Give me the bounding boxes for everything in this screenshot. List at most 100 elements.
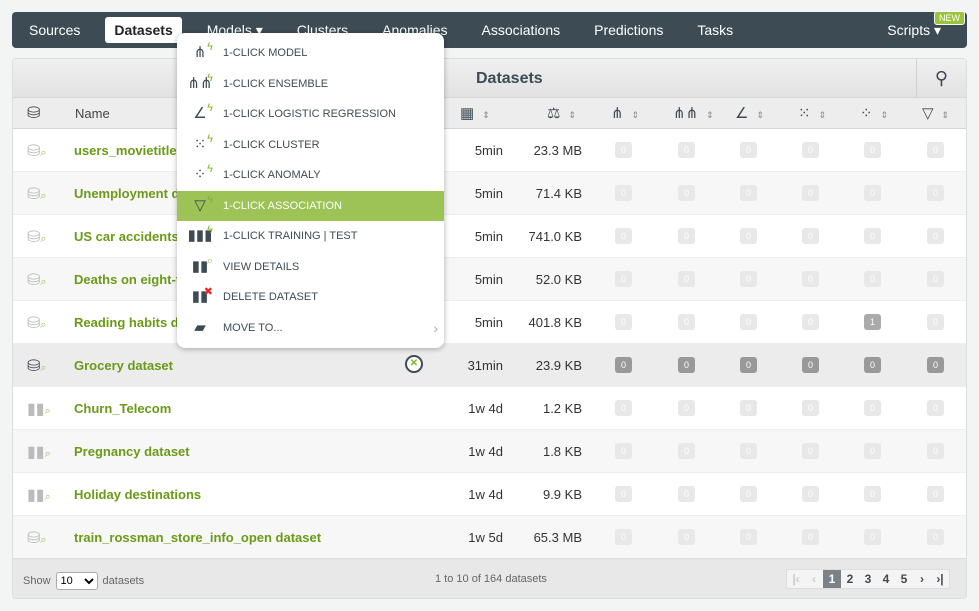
table-row[interactable]: ⛁⌕ Unemployment da 5min 71.4 KB 0 0 0 0 0 0 bbox=[13, 172, 966, 215]
dataset-name-link[interactable]: Unemployment da bbox=[74, 186, 187, 201]
resource-count-badge[interactable]: 0 bbox=[615, 443, 632, 459]
resource-count-badge[interactable]: 0 bbox=[678, 486, 695, 502]
nav-item-predictions[interactable]: Predictions bbox=[585, 17, 672, 43]
nav-item-sources[interactable]: Sources bbox=[20, 17, 89, 43]
resource-count-badge[interactable]: 0 bbox=[740, 142, 757, 158]
resource-count-badge[interactable]: 0 bbox=[615, 271, 632, 287]
resource-count-badge[interactable]: 0 bbox=[678, 142, 695, 158]
page-button[interactable]: 2 bbox=[841, 570, 859, 588]
resource-count-badge[interactable]: 0 bbox=[864, 529, 881, 545]
table-row[interactable]: ▮▮⌕ Pregnancy dataset 1w 4d 1.8 KB 0 0 0 0 0 0 bbox=[13, 430, 966, 473]
resource-count-badge[interactable]: 0 bbox=[740, 357, 757, 373]
prev-page-button[interactable]: ‹ bbox=[805, 570, 823, 588]
resource-count-badge[interactable]: 0 bbox=[927, 142, 944, 158]
search-button[interactable]: ⚲ bbox=[916, 59, 966, 98]
resource-count-badge[interactable]: 0 bbox=[802, 357, 819, 373]
resource-count-badge[interactable]: 0 bbox=[864, 142, 881, 158]
page-button[interactable]: 4 bbox=[877, 570, 895, 588]
resource-count-badge[interactable]: 0 bbox=[740, 400, 757, 416]
resource-count-badge[interactable]: 0 bbox=[740, 228, 757, 244]
resource-count-badge[interactable]: 0 bbox=[678, 185, 695, 201]
nav-item-scripts[interactable]: Scripts ▾ bbox=[887, 22, 941, 39]
table-row[interactable]: ⛁⌕ Reading habits da 5min 401.8 KB 0 0 0 0 1 0 bbox=[13, 301, 966, 344]
menu-item-1-click-anomaly[interactable]: ⁘ ϟ 1-CLICK ANOMALY bbox=[177, 160, 444, 191]
dataset-name-link[interactable]: Pregnancy dataset bbox=[74, 444, 190, 459]
page-button[interactable]: 5 bbox=[895, 570, 913, 588]
menu-item-1-click-logistic-regression[interactable]: ∠ ϟ 1-CLICK LOGISTIC REGRESSION bbox=[177, 99, 444, 130]
menu-item-1-click-cluster[interactable]: ⁙ ϟ 1-CLICK CLUSTER bbox=[177, 130, 444, 161]
table-row[interactable]: ⛁⌕ Grocery dataset 31min 23.9 KB 0 0 0 0 0 0 bbox=[13, 344, 966, 387]
dataset-name-link[interactable]: train_rossman_store_info_open dataset bbox=[74, 530, 321, 545]
resource-count-badge[interactable]: 0 bbox=[615, 400, 632, 416]
table-row[interactable]: ⛁⌕ users_movietitles 5min 23.3 MB 0 0 0 0 0 0 bbox=[13, 129, 966, 172]
nav-item-tasks[interactable]: Tasks bbox=[688, 17, 742, 43]
logistic-regression-icon[interactable]: ∠ ⇕ bbox=[735, 104, 764, 122]
resource-count-badge[interactable]: 0 bbox=[864, 185, 881, 201]
next-page-button[interactable]: › bbox=[913, 570, 931, 588]
table-row[interactable]: ▮▮⌕ Holiday destinations 1w 4d 9.9 KB 0 0 0… bbox=[13, 473, 966, 516]
resource-count-badge[interactable]: 0 bbox=[802, 529, 819, 545]
page-button[interactable]: 1 bbox=[823, 570, 841, 588]
cluster-icon[interactable]: ⁙ ⇕ bbox=[798, 104, 826, 122]
menu-item-1-click-ensemble[interactable]: ⋔⋔ ϟ 1-CLICK ENSEMBLE bbox=[177, 69, 444, 100]
resource-count-badge[interactable]: 0 bbox=[615, 529, 632, 545]
menu-item-1-click-association[interactable]: ▽ ϟ 1-CLICK ASSOCIATION bbox=[177, 190, 444, 221]
anomaly-icon[interactable]: ⁘ ⇕ bbox=[860, 104, 888, 122]
resource-count-badge[interactable]: 0 bbox=[927, 529, 944, 545]
resource-count-badge[interactable]: 0 bbox=[615, 314, 632, 330]
menu-item-move-to[interactable]: ▰ MOVE TO... › bbox=[177, 313, 444, 344]
resource-count-badge[interactable]: 0 bbox=[864, 271, 881, 287]
resource-count-badge[interactable]: 0 bbox=[615, 357, 632, 373]
menu-item-1-click-model[interactable]: ⋔ ϟ 1-CLICK MODEL bbox=[177, 38, 444, 69]
resource-count-badge[interactable]: 0 bbox=[864, 486, 881, 502]
resource-count-badge[interactable]: 0 bbox=[802, 185, 819, 201]
resource-count-badge[interactable]: 0 bbox=[740, 271, 757, 287]
resource-count-badge[interactable]: 0 bbox=[678, 529, 695, 545]
resource-count-badge[interactable]: 0 bbox=[802, 142, 819, 158]
resource-count-badge[interactable]: 0 bbox=[678, 271, 695, 287]
association-icon[interactable]: ▽ ⇕ bbox=[922, 104, 949, 122]
resource-count-badge[interactable]: 0 bbox=[678, 357, 695, 373]
resource-count-badge[interactable]: 0 bbox=[927, 400, 944, 416]
resource-count-badge[interactable]: 0 bbox=[802, 314, 819, 330]
resource-count-badge[interactable]: 0 bbox=[740, 529, 757, 545]
resource-count-badge[interactable]: 0 bbox=[927, 185, 944, 201]
dataset-name-link[interactable]: Grocery dataset bbox=[74, 358, 173, 373]
resource-count-badge[interactable]: 0 bbox=[740, 314, 757, 330]
resource-count-badge[interactable]: 0 bbox=[927, 271, 944, 287]
nav-item-associations[interactable]: Associations bbox=[473, 17, 570, 43]
resource-count-badge[interactable]: 0 bbox=[615, 142, 632, 158]
resource-count-badge[interactable]: 0 bbox=[802, 486, 819, 502]
close-menu-button[interactable]: ✕ bbox=[405, 355, 423, 373]
resource-count-badge[interactable]: 0 bbox=[678, 400, 695, 416]
menu-item-1-click-training-test[interactable]: ▮▮▮ ϟ 1-CLICK TRAINING | TEST bbox=[177, 221, 444, 252]
dataset-name-link[interactable]: Churn_Telecom bbox=[74, 401, 171, 416]
resource-count-badge[interactable]: 0 bbox=[864, 228, 881, 244]
menu-item-delete-dataset[interactable]: ▮▮ ✖ DELETE DATASET bbox=[177, 282, 444, 313]
resource-count-badge[interactable]: 0 bbox=[864, 357, 881, 373]
resource-count-badge[interactable]: 0 bbox=[927, 357, 944, 373]
resource-count-badge[interactable]: 0 bbox=[802, 443, 819, 459]
resource-count-badge[interactable]: 0 bbox=[864, 443, 881, 459]
resource-count-badge[interactable]: 0 bbox=[740, 486, 757, 502]
table-row[interactable]: ⛁⌕ train_rossman_store_info_open dataset… bbox=[13, 516, 966, 559]
table-row[interactable]: ⛁⌕ Deaths on eight-th 5min 52.0 KB 0 0 0 0 0 0 bbox=[13, 258, 966, 301]
resource-count-badge[interactable]: 0 bbox=[678, 443, 695, 459]
resource-count-badge[interactable]: 1 bbox=[864, 314, 881, 330]
dataset-name-link[interactable]: US car accidents c bbox=[74, 229, 190, 244]
page-size-select[interactable]: 10 bbox=[55, 572, 98, 590]
resource-count-badge[interactable]: 0 bbox=[802, 271, 819, 287]
resource-count-badge[interactable]: 0 bbox=[678, 314, 695, 330]
resource-count-badge[interactable]: 0 bbox=[740, 185, 757, 201]
resource-count-badge[interactable]: 0 bbox=[927, 314, 944, 330]
resource-count-badge[interactable]: 0 bbox=[740, 443, 757, 459]
size-weight-icon[interactable]: ⚖ ⇕ bbox=[547, 104, 576, 122]
first-page-button[interactable]: |‹ bbox=[787, 570, 805, 588]
dataset-name-link[interactable]: Reading habits da bbox=[74, 315, 186, 330]
ensemble-icon[interactable]: ⋔⋔ ⇕ bbox=[673, 104, 714, 122]
column-header-name[interactable]: Name bbox=[75, 106, 110, 121]
resource-count-badge[interactable]: 0 bbox=[927, 443, 944, 459]
table-row[interactable]: ▮▮⌕ Churn_Telecom 1w 4d 1.2 KB 0 0 0 0 0 0 bbox=[13, 387, 966, 430]
resource-count-badge[interactable]: 0 bbox=[802, 400, 819, 416]
dataset-name-link[interactable]: Holiday destinations bbox=[74, 487, 201, 502]
